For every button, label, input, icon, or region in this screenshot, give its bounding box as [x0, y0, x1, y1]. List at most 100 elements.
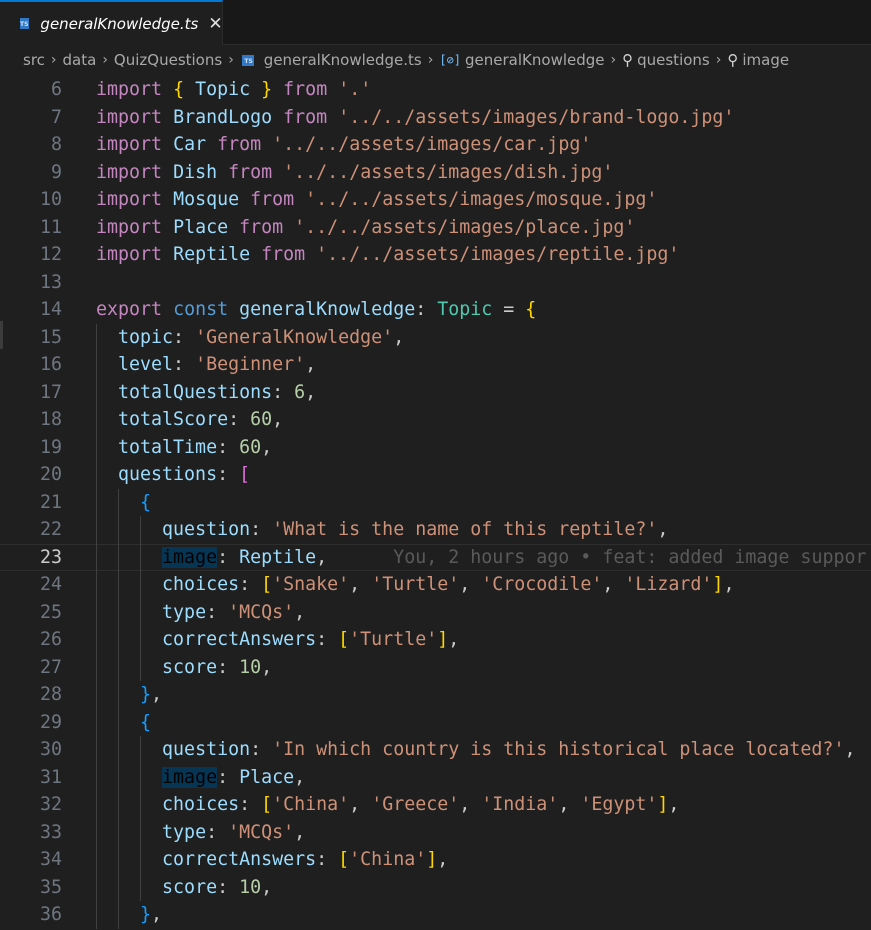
code-line[interactable]: 20 questions: [	[0, 461, 871, 489]
code-token: :	[415, 299, 438, 320]
code-line[interactable]: 11 import Place from '../../assets/images…	[0, 214, 871, 242]
code-line[interactable]: 9 import Dish from '../../assets/images/d…	[0, 159, 871, 187]
code-line[interactable]: 31 image: Place,	[0, 764, 871, 792]
code-line[interactable]: 24 choices: ['Snake', 'Turtle', 'Crocodi…	[0, 571, 871, 599]
code-token: Car	[173, 134, 207, 155]
code-token: ,	[349, 794, 372, 815]
code-token: from	[283, 106, 328, 128]
code-line[interactable]: 21 {	[0, 489, 871, 517]
code-line[interactable]: 18 totalScore: 60,	[0, 406, 871, 434]
code-line[interactable]: 35 score: 10,	[0, 874, 871, 902]
code-token: :	[250, 739, 273, 760]
breadcrumb-item-data[interactable]: data	[63, 51, 97, 69]
code-line[interactable]: 27 score: 10,	[0, 654, 871, 682]
code-token: :	[173, 326, 196, 348]
code-token: import	[96, 79, 163, 100]
code-line[interactable]: 26 correctAnswers: ['Turtle'],	[0, 626, 871, 654]
code-token: from	[217, 134, 262, 155]
code-token: ,	[844, 739, 856, 760]
code-token: BrandLogo	[173, 106, 273, 128]
code-line[interactable]: 28 },	[0, 681, 871, 709]
code-line[interactable]: 10 import Mosque from '../../assets/image…	[0, 186, 871, 214]
code-token: totalQuestions	[118, 381, 273, 403]
code-line[interactable]: 23 image: Reptile, You, 2 hours ago • fe…	[0, 543, 871, 571]
line-number: 17	[39, 381, 62, 403]
code-token: ,	[261, 876, 273, 898]
code-token: {	[525, 299, 537, 320]
chevron-right-icon: ›	[228, 52, 234, 68]
code-token: ]	[437, 629, 449, 650]
code-token: :	[206, 601, 229, 623]
code-token: =	[492, 299, 526, 320]
tab-general-knowledge[interactable]: TS generalKnowledge.ts ✕	[0, 0, 223, 45]
code-line[interactable]: 13	[0, 269, 871, 297]
code-line[interactable]: 6 import { Topic } from '.'	[0, 76, 871, 104]
breadcrumb-item-quizquestions[interactable]: QuizQuestions	[114, 51, 222, 69]
breadcrumb-item-generalknowledge[interactable]: [⊘] generalKnowledge	[439, 51, 604, 69]
code-text: totalScore: 60,	[96, 406, 283, 434]
code-line[interactable]: 12 import Reptile from '../../assets/imag…	[0, 241, 871, 269]
line-number: 11	[39, 216, 62, 238]
code-line[interactable]: 7 import BrandLogo from '../../assets/ima…	[0, 104, 871, 132]
breadcrumb-item-questions[interactable]: ⚲ questions	[622, 51, 710, 69]
code-line[interactable]: 32 choices: ['China', 'Greece', 'India',…	[0, 791, 871, 819]
code-token: :	[217, 546, 240, 568]
code-line[interactable]: 14 export const generalKnowledge: Topic =…	[0, 296, 871, 324]
code-text: topic: 'GeneralKnowledge',	[96, 324, 404, 352]
code-line[interactable]: 30 question: 'In which country is this h…	[0, 736, 871, 764]
code-token: '.'	[338, 79, 372, 100]
breadcrumb-item-image[interactable]: ⚲ image	[727, 51, 789, 69]
code-token: from	[228, 161, 273, 183]
code-token: 'What is the name of this reptile?'	[272, 519, 658, 540]
code-text: level: 'Beginner',	[96, 351, 316, 379]
code-token: ,	[261, 436, 273, 458]
code-line[interactable]: 8 import Car from '../../assets/images/ca…	[0, 131, 871, 159]
code-token: score	[162, 656, 218, 678]
code-token: :	[228, 409, 251, 430]
code-line[interactable]: 25 type: 'MCQs',	[0, 599, 871, 627]
code-token: ,	[294, 601, 306, 623]
code-editor[interactable]: 6 import { Topic } from '.' 7 import BrandL…	[0, 76, 871, 930]
close-icon[interactable]: ✕	[208, 14, 222, 34]
line-number: 33	[39, 821, 62, 843]
code-line[interactable]: 17 totalQuestions: 6,	[0, 379, 871, 407]
breadcrumb-item-src[interactable]: src	[23, 51, 45, 69]
code-token: Place	[173, 216, 229, 238]
code-token: ,	[261, 656, 273, 678]
code-token: [	[261, 794, 273, 815]
code-token: export	[96, 299, 163, 320]
code-line[interactable]: 36 },	[0, 901, 871, 929]
code-text: export const generalKnowledge: Topic = {	[96, 296, 536, 324]
line-number: 6	[50, 79, 62, 100]
code-token: '../../assets/images/brand-logo.jpg'	[338, 106, 735, 128]
line-number: 12	[39, 244, 62, 265]
line-number: 29	[39, 711, 62, 733]
code-line[interactable]: 33 type: 'MCQs',	[0, 819, 871, 847]
code-token: ,	[393, 326, 405, 348]
code-line[interactable]: 16 level: 'Beginner',	[0, 351, 871, 379]
code-line[interactable]: 22 question: 'What is the name of this r…	[0, 516, 871, 544]
code-text: },	[96, 681, 162, 709]
code-line[interactable]: 29 {	[0, 709, 871, 737]
code-line[interactable]: 34 correctAnswers: ['China'],	[0, 846, 871, 874]
code-line[interactable]: 19 totalTime: 60,	[0, 434, 871, 462]
code-token: }	[140, 904, 152, 925]
code-line[interactable]: 15 topic: 'GeneralKnowledge',	[0, 324, 871, 352]
code-token: topic	[118, 326, 174, 348]
breadcrumb-item-generalknowledge-ts[interactable]: TS generalKnowledge.ts	[240, 51, 422, 69]
breadcrumb-label: data	[62, 51, 97, 69]
code-token: ,	[723, 574, 735, 595]
code-token: ,	[602, 574, 625, 595]
